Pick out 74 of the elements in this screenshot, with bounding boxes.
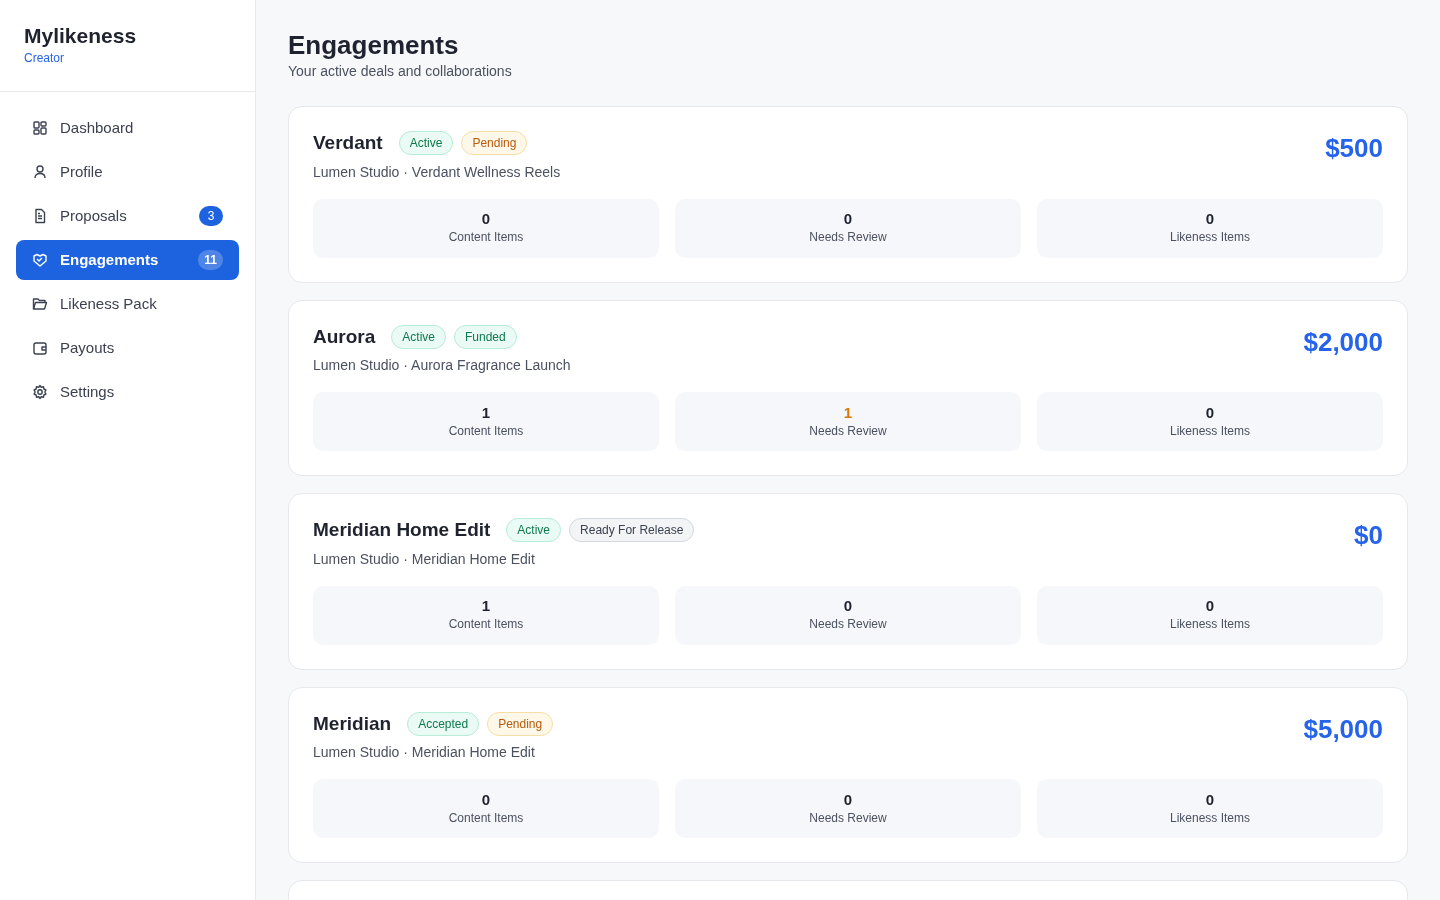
- deal-amount: $500: [1325, 132, 1383, 166]
- nav-label: Settings: [60, 382, 115, 403]
- stat-label: Likeness Items: [1169, 422, 1250, 440]
- stat-label: Content Items: [448, 616, 524, 634]
- nav-item[interactable]: Proposals 3: [16, 196, 239, 237]
- nav-item[interactable]: Dashboard: [16, 108, 239, 149]
- stat-label: Needs Review: [809, 422, 887, 440]
- engagement-subtitle: Lumen Studio · Meridian Home Edit: [313, 743, 536, 763]
- nav-label: Likeness Pack: [60, 294, 157, 315]
- status-tag: Active: [506, 518, 562, 543]
- stat-value: 1: [843, 403, 853, 422]
- nav-label: Engagements: [60, 250, 159, 271]
- nav-item[interactable]: Payouts: [16, 328, 239, 369]
- engagement-card[interactable]: Aurora Active Funded Lumen Studio · Aurora Fragrance Launch $2,000 1 Content Items 1 Needs Review 0 Likeness Items: [288, 299, 1408, 477]
- brand-name: Mylikeness: [24, 23, 138, 49]
- status-tag: Ready For Release: [569, 518, 695, 543]
- status-tag: Pending: [487, 711, 554, 736]
- deal-amount: $0: [1354, 519, 1383, 553]
- stat-value: 0: [843, 210, 853, 229]
- stat-label: Needs Review: [809, 616, 887, 634]
- wallet-icon: [32, 340, 48, 357]
- nav-item[interactable]: Engagements 11: [16, 240, 239, 281]
- count-badge: 11: [198, 250, 223, 271]
- stat-label: Likeness Items: [1169, 616, 1250, 634]
- nav-label: Profile: [60, 162, 103, 183]
- stat-label: Needs Review: [809, 229, 887, 247]
- status-tag: Active: [398, 131, 454, 156]
- folder-icon: [32, 296, 48, 313]
- user-role: Creator: [24, 50, 65, 68]
- status-tag: Accepted: [407, 711, 480, 736]
- page-subtitle: Your active deals and collaborations: [288, 62, 513, 82]
- user-icon: [32, 164, 48, 181]
- status-tag: Pending: [461, 131, 528, 156]
- nav-label: Dashboard: [60, 118, 134, 139]
- engagement-name: Meridian Home Edit: [313, 518, 491, 543]
- stat-label: Content Items: [448, 422, 524, 440]
- stat-label: Content Items: [448, 809, 524, 827]
- stat-label: Needs Review: [809, 809, 887, 827]
- status-tag: Active: [391, 324, 446, 349]
- nav-label: Proposals: [60, 206, 127, 227]
- status-tag: Funded: [454, 324, 517, 349]
- dashboard-icon: [32, 120, 48, 137]
- nav-item[interactable]: Profile: [16, 152, 239, 193]
- engagement-card[interactable]: Verdant Active Pending Lumen Studio · Verdant Wellness Reels $500 0 Content Items 0 Needs Review 0 Likeness Items: [288, 106, 1408, 283]
- page-title: Engagements: [288, 30, 460, 62]
- nav-item[interactable]: Settings: [16, 372, 239, 413]
- deal-amount: $2,000: [1303, 325, 1383, 359]
- engagement-subtitle: Lumen Studio · Verdant Wellness Reels: [313, 162, 561, 182]
- engagement-subtitle: Lumen Studio · Meridian Home Edit: [313, 549, 536, 569]
- engagement-name: Verdant: [313, 131, 383, 156]
- document-icon: [32, 208, 48, 225]
- engagement-card[interactable]: Meridian Accepted Pending Lumen Studio · Meridian Home Edit $5,000 0 Content Items 0 Needs Review 0 Likeness Items: [288, 686, 1408, 864]
- stat-label: Likeness Items: [1169, 229, 1250, 247]
- nav-item[interactable]: Likeness Pack: [16, 284, 239, 325]
- stat-value: 0: [481, 210, 491, 229]
- stat-value: 1: [481, 597, 491, 616]
- stat-value: 0: [843, 597, 853, 616]
- stat-label: Likeness Items: [1169, 809, 1250, 827]
- deal-amount: $5,000: [1303, 712, 1383, 746]
- stat-value: 0: [481, 790, 491, 809]
- engagement-name: Meridian: [313, 711, 392, 736]
- stat-value: 1: [481, 403, 491, 422]
- engagement-subtitle: Lumen Studio · Aurora Fragrance Launch: [313, 356, 571, 376]
- stat-value: 0: [1205, 210, 1215, 229]
- count-badge: 3: [199, 206, 223, 227]
- stat-value: 0: [1205, 790, 1215, 809]
- engagement-name: Aurora: [313, 324, 376, 349]
- stat-value: 0: [1205, 403, 1215, 422]
- settings-icon: [32, 384, 48, 401]
- stat-label: Content Items: [448, 229, 524, 247]
- engagement-card[interactable]: Meridian Home Edit Active Ready For Release Lumen Studio · Meridian Home Edit $0 1 Content Items 0 Needs Review 0 Likeness Items: [288, 493, 1408, 670]
- stat-value: 0: [1205, 597, 1215, 616]
- nav-label: Payouts: [60, 338, 115, 359]
- stat-value: 0: [843, 790, 853, 809]
